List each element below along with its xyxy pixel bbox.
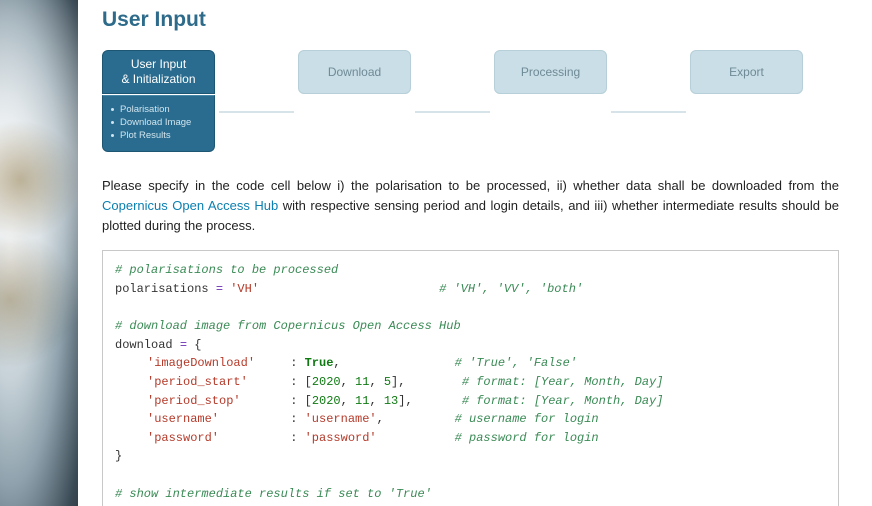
substep-label: Download Image [120, 117, 191, 128]
code-comment: # password for login [455, 429, 599, 448]
code-bool: True [305, 356, 334, 370]
stage-connector [219, 111, 294, 113]
code-key: 'period_stop' [147, 394, 241, 408]
stage-label-line2: & Initialization [121, 72, 195, 87]
code-num: 11 [355, 375, 369, 389]
stage-processing[interactable]: Processing [494, 50, 607, 94]
code-op: = [216, 282, 223, 296]
code-text: : [283, 431, 305, 445]
code-comment: # download image from Copernicus Open Ac… [115, 319, 461, 333]
code-text: : [ [283, 394, 312, 408]
code-text: : [283, 412, 305, 426]
stage-substeps: Polarisation Download Image Plot Results [102, 95, 215, 152]
bullet-icon [111, 108, 114, 111]
code-comment: # 'True', 'False' [455, 354, 577, 373]
stage-label: Processing [521, 65, 580, 79]
code-text: , [377, 412, 384, 426]
code-text: polarisations [115, 282, 216, 296]
stage-label-line1: User Input [131, 57, 186, 72]
code-text: , [341, 394, 355, 408]
code-string: 'password' [305, 431, 377, 445]
code-num: 2020 [312, 375, 341, 389]
code-text: { [187, 338, 201, 352]
code-comment: # format: [Year, Month, Day] [462, 373, 664, 392]
code-text: ], [398, 394, 412, 408]
workflow-stages: User Input & Initialization Polarisation… [102, 50, 839, 152]
code-string: 'VH' [223, 282, 259, 296]
page-title: User Input [102, 8, 839, 32]
code-key: 'imageDownload' [147, 356, 255, 370]
code-string: 'username' [305, 412, 377, 426]
stage-label: Download [328, 65, 381, 79]
code-comment: # show intermediate results if set to 'T… [115, 487, 432, 501]
intro-paragraph: Please specify in the code cell below i)… [102, 176, 839, 236]
stage-label: Export [729, 65, 764, 79]
stage-export[interactable]: Export [690, 50, 803, 94]
code-key: 'period_start' [147, 375, 248, 389]
stage-user-input[interactable]: User Input & Initialization [102, 50, 215, 94]
code-text: } [115, 449, 122, 463]
code-text: , [333, 356, 340, 370]
code-num: 5 [384, 375, 391, 389]
code-cell[interactable]: # polarisations to be processed polarisa… [102, 250, 839, 506]
code-text: , [369, 375, 383, 389]
code-text: : [283, 356, 305, 370]
code-text: ], [391, 375, 405, 389]
code-text: download [115, 338, 180, 352]
stage-connector [415, 111, 490, 113]
copernicus-link[interactable]: Copernicus Open Access Hub [102, 198, 278, 213]
intro-text-pre: Please specify in the code cell below i)… [102, 178, 839, 193]
code-comment: # format: [Year, Month, Day] [462, 392, 664, 411]
substep-label: Polarisation [120, 104, 170, 115]
bullet-icon [111, 121, 114, 124]
code-key: 'username' [147, 412, 219, 426]
code-text: : [ [283, 375, 312, 389]
code-text: , [369, 394, 383, 408]
sidebar-earth-image [0, 0, 78, 506]
code-text: , [341, 375, 355, 389]
substep-label: Plot Results [120, 130, 171, 141]
bullet-icon [111, 134, 114, 137]
code-op: = [180, 338, 187, 352]
code-comment: # polarisations to be processed [115, 263, 338, 277]
code-comment: # username for login [455, 410, 599, 429]
code-num: 11 [355, 394, 369, 408]
main-content: User Input User Input & Initialization P… [102, 0, 839, 506]
stage-download[interactable]: Download [298, 50, 411, 94]
code-key: 'password' [147, 431, 219, 445]
code-num: 13 [384, 394, 398, 408]
code-num: 2020 [312, 394, 341, 408]
stage-connector [611, 111, 686, 113]
code-comment: # 'VH', 'VV', 'both' [439, 282, 583, 296]
